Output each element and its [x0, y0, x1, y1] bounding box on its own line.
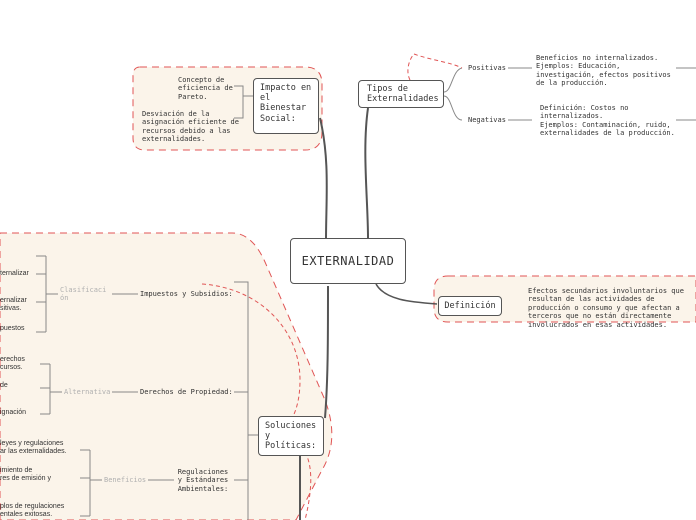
soluciones-node[interactable]: Soluciones y Políticas:	[258, 416, 324, 456]
impacto-node[interactable]: Impacto en el Bienestar Social:	[253, 78, 319, 134]
regulaciones-category[interactable]: Beneficios	[104, 476, 146, 484]
impuestos-item-1[interactable]: ternalizar	[0, 270, 29, 278]
derechos-item-2[interactable]: de	[0, 382, 8, 390]
regulaciones-item-3[interactable]: plos de regulaciones entales exitosas.	[0, 503, 64, 520]
derechos-category[interactable]: Alternativa	[64, 388, 110, 396]
central-title: EXTERNALIDAD	[301, 254, 395, 268]
tipos-negativas-label[interactable]: Negativas	[468, 116, 506, 124]
derechos-item-1[interactable]: erechos cursos.	[0, 356, 25, 373]
tipos-positivas-label[interactable]: Positivas	[468, 64, 506, 72]
impuestos-label[interactable]: Impuestos y Subsidios:	[140, 290, 233, 298]
regulaciones-item-2[interactable]: imiento de res de emisión y	[0, 467, 51, 484]
definicion-node[interactable]: Definición	[438, 296, 502, 316]
mind-map-canvas[interactable]: EXTERNALIDAD Impacto en el Bienestar Soc…	[0, 0, 696, 520]
central-node[interactable]: EXTERNALIDAD	[290, 238, 406, 284]
derechos-label[interactable]: Derechos de Propiedad:	[140, 388, 233, 396]
impacto-item-1[interactable]: Concepto de eficiencia de Pareto.	[178, 76, 244, 101]
tipos-positivas-text[interactable]: Beneficios no internalizados. Ejemplos: …	[536, 54, 676, 88]
impuestos-item-3[interactable]: puestos	[0, 325, 25, 333]
soluciones-title: Soluciones y Políticas:	[265, 421, 317, 452]
impuestos-category[interactable]: Clasificación	[60, 286, 110, 303]
impuestos-item-2[interactable]: ernalizar sitivas.	[0, 297, 27, 314]
impacto-title: Impacto en el Bienestar Social:	[260, 83, 312, 124]
definicion-text[interactable]: Efectos secundarios involuntarios que re…	[528, 287, 688, 329]
tipos-title: Tipos de Externalidades	[367, 84, 439, 105]
tipos-negativas-text[interactable]: Definición: Costos no internalizados. Ej…	[540, 104, 678, 138]
impacto-item-2[interactable]: Desviación de la asignación eficiente de…	[142, 110, 242, 144]
derechos-item-3[interactable]: ignación	[0, 409, 26, 417]
regulaciones-label[interactable]: Regulaciones y Estándares Ambientales:	[174, 468, 232, 493]
definicion-title: Definición	[444, 301, 496, 311]
regulaciones-item-1[interactable]: leyes y regulaciones ar las externalidad…	[0, 440, 67, 457]
tipos-node[interactable]: Tipos de Externalidades	[358, 80, 444, 108]
